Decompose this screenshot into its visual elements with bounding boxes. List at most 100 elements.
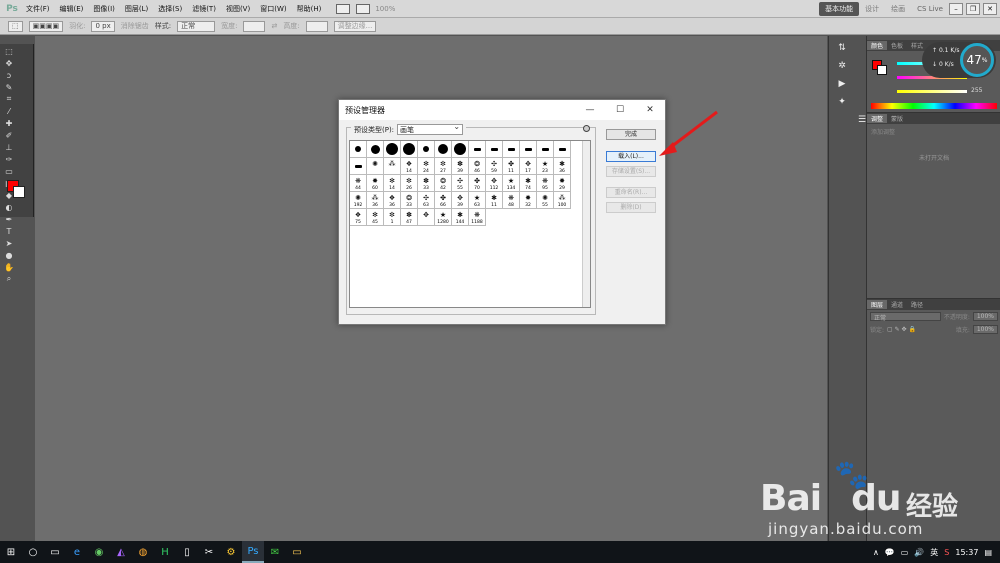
file-icon[interactable]: ▯: [176, 541, 198, 563]
start-icon[interactable]: ⊞: [0, 541, 22, 563]
menu-view[interactable]: 视图(V): [221, 4, 255, 14]
brush-preset-tile[interactable]: [469, 141, 486, 158]
cs-live-button[interactable]: CS Live: [911, 5, 949, 13]
dialog-maximize-icon[interactable]: ☐: [605, 105, 635, 115]
brush-preset-tile[interactable]: ✽ 47: [401, 209, 418, 226]
brush-preset-tile[interactable]: ⁂ 36: [367, 192, 384, 209]
volume-icon[interactable]: 🔊: [914, 548, 924, 557]
minimize-icon[interactable]: –: [949, 2, 963, 15]
brush-preset-tile[interactable]: [350, 141, 367, 158]
shape-icon[interactable]: ●: [2, 250, 16, 260]
preset-type-select[interactable]: 画笔: [397, 122, 464, 135]
path-select-icon[interactable]: ➤: [2, 238, 16, 248]
browser-icon[interactable]: ◉: [88, 541, 110, 563]
save-set-button[interactable]: 存储设置(S)...: [606, 166, 656, 177]
brush-preset-tile[interactable]: [384, 141, 401, 158]
eyedropper-icon[interactable]: ⁄: [2, 106, 16, 116]
workspace-essentials-button[interactable]: 基本功能: [819, 1, 860, 16]
lasso-icon[interactable]: ↄ: [2, 70, 16, 80]
tool-icon[interactable]: ✂: [198, 541, 220, 563]
tool-presets-icon[interactable]: ✲: [835, 60, 849, 72]
tab-swatches[interactable]: 色板: [887, 41, 907, 50]
tab-paths[interactable]: 路径: [907, 300, 927, 309]
brush-preset-tile[interactable]: ❋ 48: [503, 192, 520, 209]
input-language[interactable]: 英: [930, 547, 938, 558]
brush-preset-tile[interactable]: ❂ 46: [469, 158, 486, 175]
brush-preset-tile[interactable]: [537, 141, 554, 158]
crop-icon[interactable]: ⌗: [2, 94, 16, 104]
edge-icon[interactable]: e: [66, 541, 88, 563]
color-panel-background[interactable]: [877, 65, 887, 75]
brush-preset-tile[interactable]: ✺ 192: [350, 192, 367, 209]
history-brush-icon[interactable]: ✑: [2, 154, 16, 164]
brush-preset-tile[interactable]: ⁂: [384, 158, 401, 175]
brush-preset-tile[interactable]: ★ 63: [469, 192, 486, 209]
chrome-icon[interactable]: ◍: [132, 541, 154, 563]
brush-preset-tile[interactable]: ✸ 32: [520, 192, 537, 209]
brush-preset-tile[interactable]: [367, 141, 384, 158]
photoshop-taskbar-icon[interactable]: Ps: [242, 541, 264, 563]
brush-preset-tile[interactable]: ✺: [367, 158, 384, 175]
brush-preset-tile[interactable]: ❖ 36: [384, 192, 401, 209]
opacity-input[interactable]: 100%: [972, 312, 998, 321]
healing-icon[interactable]: ✚: [2, 118, 16, 128]
background-color-swatch[interactable]: [13, 186, 25, 198]
zoom-level[interactable]: 100%: [370, 5, 400, 13]
dodge-icon[interactable]: ◐: [2, 202, 16, 212]
brush-preset-tile[interactable]: ✱ 36: [554, 158, 571, 175]
menu-select[interactable]: 选择(S): [153, 4, 187, 14]
task-view-icon[interactable]: ▭: [44, 541, 66, 563]
brush-preset-tile[interactable]: ✽ 39: [452, 158, 469, 175]
menu-layer[interactable]: 图层(L): [120, 4, 153, 14]
feather-input[interactable]: 0 px: [91, 20, 115, 32]
tray-expand-icon[interactable]: ∧: [873, 548, 879, 557]
brush-preset-tile[interactable]: [435, 141, 452, 158]
brush-preset-tile[interactable]: ★ 1280: [435, 209, 452, 226]
brush-preset-tile[interactable]: [418, 141, 435, 158]
tab-styles[interactable]: 样式: [907, 41, 927, 50]
brush-preset-tile[interactable]: ✽ 33: [418, 175, 435, 192]
blue-slider[interactable]: [897, 90, 967, 93]
color-spectrum[interactable]: [871, 103, 997, 109]
brush-preset-tile[interactable]: ✱ 11: [486, 192, 503, 209]
brush-preset-tile[interactable]: ❖ 75: [350, 209, 367, 226]
bridge-icon[interactable]: [336, 3, 351, 14]
stamp-icon[interactable]: ⊥: [2, 142, 16, 152]
type-icon[interactable]: T: [2, 226, 16, 236]
menu-help[interactable]: 帮助(H): [292, 4, 327, 14]
brush-preset-tile[interactable]: ✸ 29: [554, 175, 571, 192]
brush-preset-tile[interactable]: ✸ 60: [367, 175, 384, 192]
style-select[interactable]: 正常: [177, 20, 216, 32]
brush-preset-tile[interactable]: ✤ 66: [435, 192, 452, 209]
marquee-icon[interactable]: ⬚: [2, 46, 16, 56]
wechat-icon[interactable]: ✉: [264, 541, 286, 563]
brush-preset-tile[interactable]: ⁂ 100: [554, 192, 571, 209]
brush-preset-tile[interactable]: ✻ 24: [418, 158, 435, 175]
brush-preset-tile[interactable]: [503, 141, 520, 158]
load-button[interactable]: 载入(L)...: [606, 151, 656, 162]
menu-filter[interactable]: 滤镜(T): [187, 4, 221, 14]
tray-chat-icon[interactable]: 💬: [885, 548, 895, 557]
selection-mode-icons[interactable]: ▣▣▣▣: [28, 20, 64, 32]
swap-icon[interactable]: ⇄: [271, 22, 277, 30]
fill-input[interactable]: 100%: [972, 325, 998, 334]
height-input[interactable]: [305, 20, 328, 32]
refine-edge-button[interactable]: 调整边缘...: [333, 20, 377, 32]
brush-preset-tile[interactable]: ✣ 55: [452, 175, 469, 192]
brush-preset-tile[interactable]: ✱ 74: [520, 175, 537, 192]
ime-icon[interactable]: S: [944, 548, 949, 557]
app-icon[interactable]: ⚙: [220, 541, 242, 563]
brush-preset-tile[interactable]: ✼ 1: [384, 209, 401, 226]
move-icon[interactable]: ✥: [2, 58, 16, 68]
brush-preset-tile[interactable]: ✻ 45: [367, 209, 384, 226]
tab-channels[interactable]: 通道: [887, 300, 907, 309]
brush-preset-tile[interactable]: [401, 141, 418, 158]
brush-preset-tile[interactable]: [350, 158, 367, 175]
brush-preset-tile[interactable]: ✣ 59: [486, 158, 503, 175]
restore-icon[interactable]: ❐: [966, 2, 980, 15]
network-speed-widget[interactable]: ↑ 0.1 K/s ↓ 0 K/s 47%: [922, 42, 996, 78]
folder-icon[interactable]: ▭: [286, 541, 308, 563]
brush-icon[interactable]: ✐: [2, 130, 16, 140]
brush-preset-tile[interactable]: ❖ 14: [401, 158, 418, 175]
width-input[interactable]: [243, 20, 266, 32]
